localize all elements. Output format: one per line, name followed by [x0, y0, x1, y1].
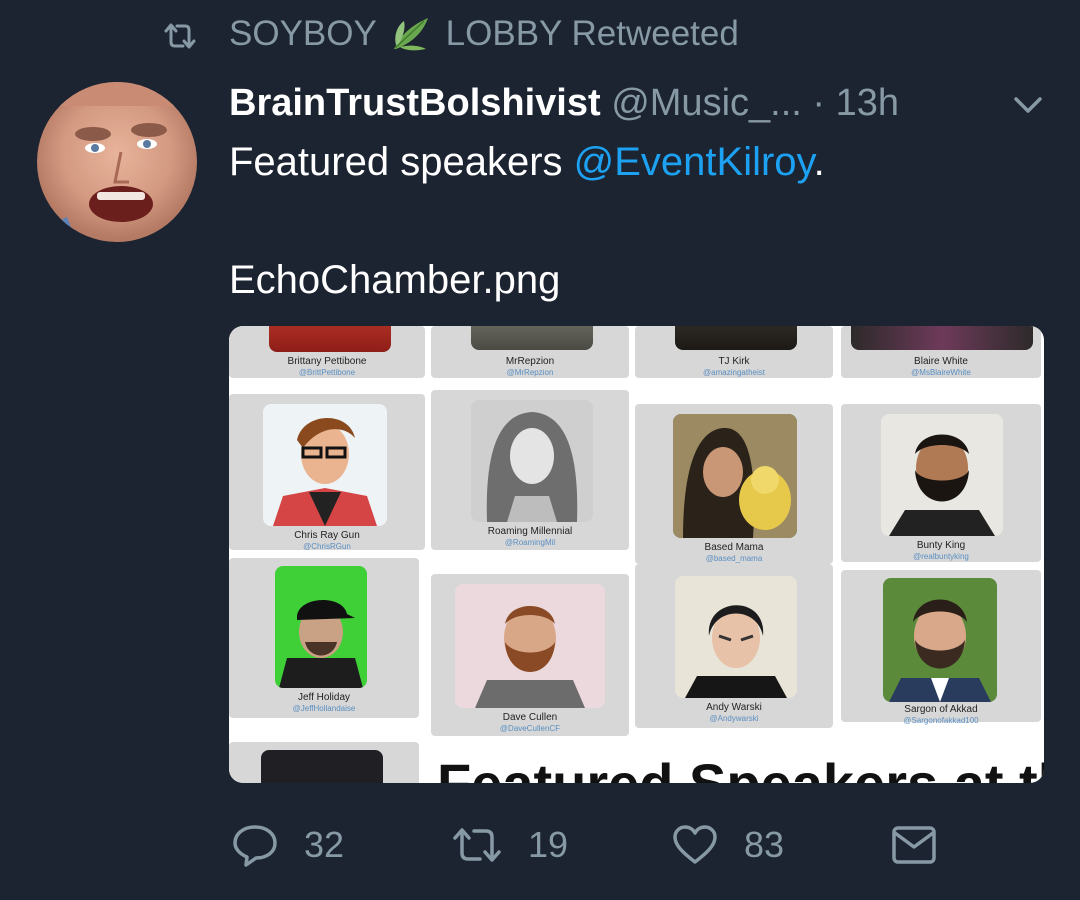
- speaker-photo: [275, 566, 367, 688]
- speaker-name: TJ Kirk: [718, 356, 750, 367]
- speaker-handle: @BrittPettibone: [298, 368, 356, 377]
- leaf-emoji-icon: [393, 18, 428, 51]
- tweet-file-line: EchoChamber.png: [229, 258, 561, 302]
- speaker-name: Chris Ray Gun: [294, 530, 360, 541]
- speaker-name: Andy Warski: [706, 702, 762, 713]
- speaker-name: Roaming Millennial: [487, 526, 573, 537]
- mention-link[interactable]: @EventKilroy: [574, 140, 814, 184]
- speaker-card: Jeff Holiday @JeffHollandaise: [229, 558, 419, 718]
- speaker-handle: @MsBlaireWhite: [911, 368, 971, 377]
- speaker-name: Bunty King: [916, 540, 966, 551]
- envelope-icon: [892, 826, 936, 864]
- speaker-name: Sargon of Akkad: [904, 704, 978, 715]
- speaker-card: MrRepzion @MrRepzion: [431, 326, 629, 378]
- chevron-down-icon[interactable]: [1012, 94, 1044, 116]
- speaker-photo: [263, 404, 387, 526]
- speaker-card: Dave Cullen @DaveCullenCF: [431, 574, 629, 736]
- display-name[interactable]: BrainTrustBolshivist: [229, 82, 601, 124]
- speaker-photo: [673, 414, 797, 538]
- speaker-handle: @Andywarski: [709, 714, 759, 723]
- speaker-handle: @based_mama: [705, 554, 763, 563]
- tweet-text-end: .: [813, 140, 825, 184]
- speaker-photo: [881, 414, 1003, 536]
- retweet-button[interactable]: 19: [452, 822, 568, 868]
- speaker-handle: @JeffHollandaise: [292, 704, 356, 713]
- speaker-card: TJ Kirk @amazingatheist: [635, 326, 833, 378]
- speaker-name: Jeff Holiday: [297, 692, 351, 703]
- speaker-photo: [675, 576, 797, 698]
- speaker-handle: @RoamingMil: [504, 538, 556, 547]
- speaker-card: Andy Warski @Andywarski: [635, 564, 833, 728]
- speaker-card: Blaire White @MsBlaireWhite: [841, 326, 1041, 378]
- speaker-handle: @realbuntyking: [913, 552, 969, 561]
- avatar-face-icon: [37, 82, 197, 242]
- speaker-name: Blaire White: [914, 356, 968, 367]
- speaker-card: Sargon of Akkad @Sargonofakkad100: [841, 570, 1041, 725]
- retweeter-name-suffix: LOBBY Retweeted: [445, 14, 739, 53]
- tweet-media-image[interactable]: Brittany Pettibone @BrittPettibone MrRep…: [229, 326, 1044, 783]
- featured-speakers-heading: Featured Speakers at the: [437, 751, 1044, 783]
- like-button[interactable]: 83: [672, 822, 784, 868]
- avatar[interactable]: [37, 82, 197, 242]
- user-handle[interactable]: @Music_...: [611, 82, 802, 124]
- speaker-name: Brittany Pettibone: [287, 356, 367, 367]
- speaker-name: Dave Cullen: [502, 712, 558, 723]
- speaker-name: Based Mama: [704, 542, 764, 553]
- speaker-card: Brittany Pettibone @BrittPettibone: [229, 326, 425, 378]
- tweet-text: Featured speakers @EventKilroy.: [229, 140, 1029, 184]
- retweeted-by-label[interactable]: SOYBOY LOBBY Retweeted: [229, 14, 739, 54]
- like-count: 83: [744, 824, 785, 865]
- speaker-photo: [261, 750, 383, 783]
- speaker-photo: [851, 326, 1033, 350]
- speaker-handle: @DaveCullenCF: [499, 724, 561, 733]
- speaker-handle: @amazingatheist: [703, 368, 765, 377]
- speaker-card: Roaming Millennial @RoamingMil: [431, 390, 629, 550]
- reply-icon: [233, 825, 277, 867]
- heart-icon: [673, 825, 717, 864]
- retweet-icon: [164, 23, 196, 49]
- separator-dot: ·: [812, 82, 826, 124]
- speaker-photo: [269, 326, 391, 352]
- reply-button[interactable]: 32: [232, 822, 344, 868]
- speaker-photo: [471, 400, 593, 522]
- retweet-count: 19: [528, 824, 569, 865]
- tweet-timestamp[interactable]: 13h: [836, 82, 899, 124]
- speaker-card-partial: [229, 742, 419, 783]
- speaker-handle: @MrRepzion: [506, 368, 554, 377]
- retweet-icon: [453, 828, 501, 862]
- speaker-handle: @ChrisRGun: [303, 542, 351, 551]
- speaker-photo: [883, 578, 997, 702]
- speaker-card: Chris Ray Gun @ChrisRGun: [229, 394, 425, 551]
- speaker-card: Bunty King @realbuntyking: [841, 404, 1041, 562]
- tweet-text-start: Featured speakers: [229, 140, 574, 184]
- tweet-header: BrainTrustBolshivist @Music_... · 13h: [229, 80, 899, 126]
- speaker-card: Based Mama @based_mama: [635, 404, 833, 564]
- speaker-photo: [471, 326, 593, 350]
- direct-message-button[interactable]: [891, 822, 937, 868]
- retweeter-name-prefix: SOYBOY: [229, 14, 377, 53]
- speaker-name: MrRepzion: [505, 356, 555, 367]
- speaker-photo: [675, 326, 797, 350]
- speaker-photo: [455, 584, 605, 708]
- reply-count: 32: [304, 824, 345, 865]
- speaker-handle: @Sargonofakkad100: [903, 716, 979, 725]
